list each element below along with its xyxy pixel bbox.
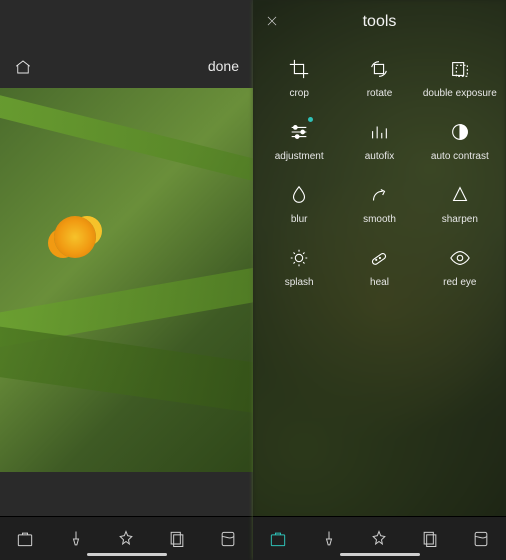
tool-heal[interactable]: heal	[341, 247, 417, 288]
tool-label: autofix	[365, 151, 394, 162]
photo-canvas[interactable]	[0, 88, 253, 472]
tool-red-eye[interactable]: red eye	[422, 247, 498, 288]
tool-label: crop	[289, 88, 308, 99]
editor-pane: done	[0, 0, 253, 560]
tool-label: red eye	[443, 277, 476, 288]
heal-icon	[368, 247, 390, 269]
smooth-icon	[368, 184, 390, 206]
tool-crop[interactable]: crop	[261, 58, 337, 99]
tools-tab-icon[interactable]	[15, 529, 35, 549]
effects-tab-icon[interactable]	[369, 529, 389, 549]
double-exposure-icon	[449, 58, 471, 80]
tool-label: heal	[370, 277, 389, 288]
add-tab-icon[interactable]	[218, 529, 238, 549]
adjustment-icon	[288, 121, 310, 143]
home-icon[interactable]	[14, 58, 32, 74]
gesture-bar	[87, 553, 167, 556]
flower-decoration	[54, 216, 96, 258]
tool-label: splash	[285, 277, 314, 288]
tool-label: adjustment	[275, 151, 324, 162]
crop-icon	[288, 58, 310, 80]
rotate-icon	[368, 58, 390, 80]
layers-tab-icon[interactable]	[167, 529, 187, 549]
layers-tab-icon[interactable]	[420, 529, 440, 549]
tool-auto-contrast[interactable]: auto contrast	[422, 121, 498, 162]
done-button[interactable]: done	[208, 58, 239, 74]
add-tab-icon[interactable]	[471, 529, 491, 549]
tools-pane: tools crop rotate double exposure adjust…	[253, 0, 506, 560]
new-indicator-dot	[308, 117, 313, 122]
tool-label: rotate	[367, 88, 393, 99]
leaf-decoration	[0, 325, 253, 422]
close-icon[interactable]	[265, 14, 279, 28]
tool-label: sharpen	[442, 214, 478, 225]
tool-sharpen[interactable]: sharpen	[422, 184, 498, 225]
sharpen-icon	[449, 184, 471, 206]
splash-icon	[288, 247, 310, 269]
tool-smooth[interactable]: smooth	[341, 184, 417, 225]
tool-double-exposure[interactable]: double exposure	[422, 58, 498, 99]
tool-splash[interactable]: splash	[261, 247, 337, 288]
autofix-icon	[368, 121, 390, 143]
auto-contrast-icon	[449, 121, 471, 143]
gesture-bar	[340, 553, 420, 556]
tool-rotate[interactable]: rotate	[341, 58, 417, 99]
tool-label: blur	[291, 214, 308, 225]
tools-grid: crop rotate double exposure adjustment a…	[253, 44, 506, 288]
tools-title: tools	[363, 13, 397, 31]
tools-topbar: tools	[253, 0, 506, 44]
tool-label: auto contrast	[431, 151, 489, 162]
blur-icon	[288, 184, 310, 206]
tool-label: smooth	[363, 214, 396, 225]
effects-tab-icon[interactable]	[116, 529, 136, 549]
leaf-decoration	[0, 90, 253, 189]
tool-label: double exposure	[423, 88, 497, 99]
tool-autofix[interactable]: autofix	[341, 121, 417, 162]
tools-tab-icon[interactable]	[268, 529, 288, 549]
red-eye-icon	[449, 247, 471, 269]
tool-blur[interactable]: blur	[261, 184, 337, 225]
brush-tab-icon[interactable]	[66, 529, 86, 549]
editor-topbar: done	[0, 0, 253, 88]
tool-adjustment[interactable]: adjustment	[261, 121, 337, 162]
brush-tab-icon[interactable]	[319, 529, 339, 549]
